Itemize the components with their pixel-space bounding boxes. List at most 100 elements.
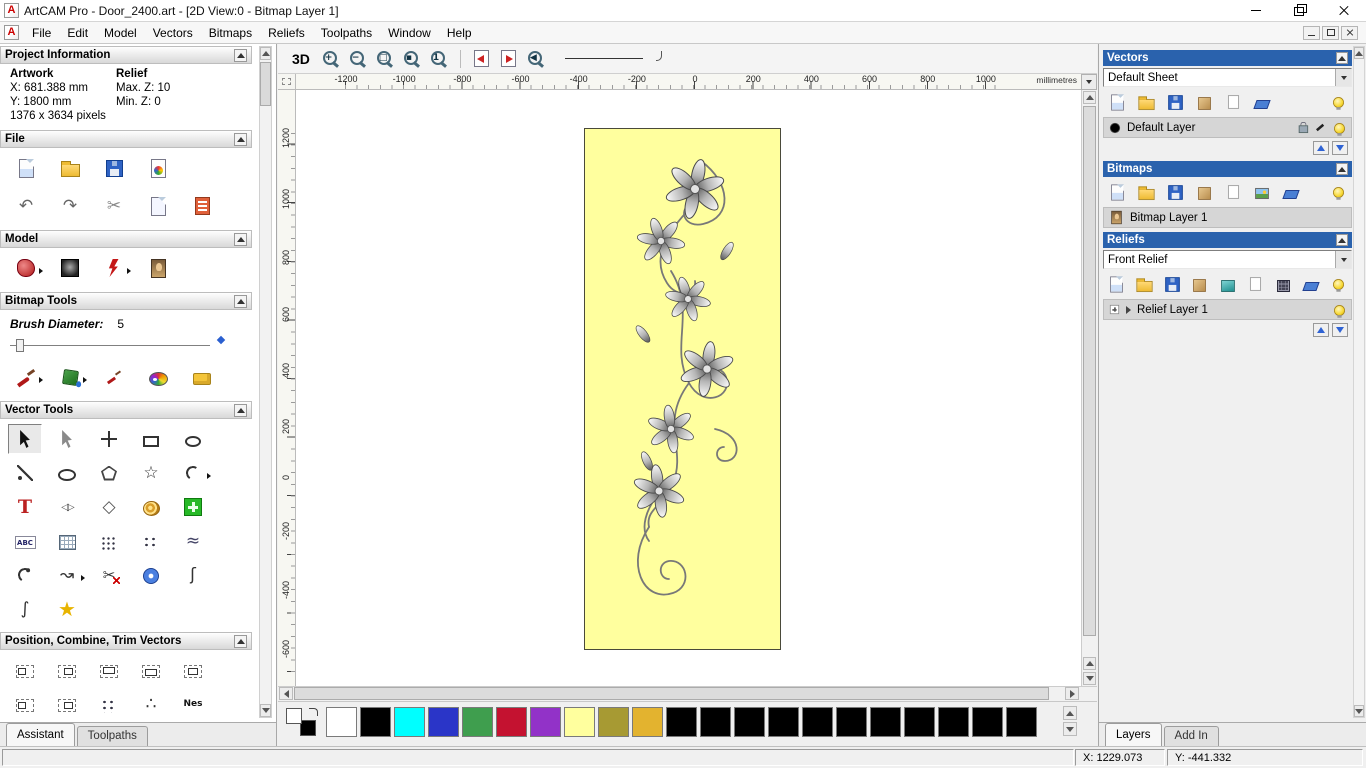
collapse-icon[interactable] xyxy=(234,634,247,648)
copy-vector-layer-icon[interactable] xyxy=(1223,91,1243,113)
toggle-reliefs-visibility-icon[interactable] xyxy=(1329,273,1348,295)
wave-measure-icon[interactable]: ≈ xyxy=(176,526,210,556)
move-layer-up-button[interactable] xyxy=(1313,323,1329,337)
primary-colour-swatch[interactable] xyxy=(286,708,302,724)
zoom-scale-icon[interactable]: 1 xyxy=(427,47,451,71)
collapse-icon[interactable] xyxy=(1336,52,1348,64)
view-3d-button[interactable]: 3D xyxy=(286,49,316,69)
menu-item[interactable]: File xyxy=(24,24,59,42)
greyscale-preview-icon[interactable] xyxy=(54,253,86,283)
cut-icon[interactable]: ✂ xyxy=(98,191,130,221)
scroll-down-icon[interactable] xyxy=(1063,722,1077,736)
scroll-left-icon[interactable] xyxy=(279,687,293,700)
scrollbar-thumb[interactable] xyxy=(1083,106,1096,636)
colour-swatch[interactable] xyxy=(802,707,833,737)
new-model-icon[interactable] xyxy=(10,153,42,183)
scroll-up-icon[interactable] xyxy=(1083,657,1096,670)
panel-tab[interactable]: Add In xyxy=(1163,726,1219,746)
paint-brush-icon[interactable] xyxy=(10,362,43,392)
merge-vector-layers-icon[interactable] xyxy=(1194,91,1214,113)
colour-swatch[interactable] xyxy=(972,707,1003,737)
colour-swatch[interactable] xyxy=(870,707,901,737)
chevron-down-icon[interactable] xyxy=(1335,251,1351,268)
copy-bitmap-layer-icon[interactable] xyxy=(1223,181,1243,203)
subtract-vectors-icon[interactable] xyxy=(50,689,84,719)
section-profile-icon[interactable]: ∫ xyxy=(8,594,42,624)
node-editing-icon[interactable] xyxy=(50,424,84,454)
eraser-sponge-icon[interactable] xyxy=(186,362,218,392)
lock-icon[interactable] xyxy=(1298,121,1309,134)
colour-swatch[interactable] xyxy=(836,707,867,737)
paste-array-icon[interactable] xyxy=(92,526,126,556)
colour-swatch[interactable] xyxy=(1006,707,1037,737)
primary-secondary-colours[interactable] xyxy=(284,706,320,738)
minimize-button[interactable] xyxy=(1234,0,1278,21)
move-layer-down-button[interactable] xyxy=(1332,141,1348,155)
open-relief-layer-icon[interactable] xyxy=(1135,273,1154,295)
smooth-relief-icon[interactable] xyxy=(98,253,131,283)
colour-swatch[interactable] xyxy=(700,707,731,737)
create-rectangle-icon[interactable] xyxy=(134,424,168,454)
ruler-origin-button[interactable] xyxy=(278,74,296,90)
section-header-vector-tools[interactable]: Vector Tools xyxy=(0,401,252,419)
section-header-model[interactable]: Model xyxy=(0,230,252,248)
collapse-icon[interactable] xyxy=(1336,234,1348,246)
block-copy-icon[interactable] xyxy=(176,492,210,522)
collapse-icon[interactable] xyxy=(234,403,247,417)
relief-grid-icon[interactable] xyxy=(1274,273,1293,295)
relief-select[interactable]: Front Relief xyxy=(1103,250,1352,269)
scrollbar-thumb[interactable] xyxy=(294,687,1049,700)
layer-visibility-icon[interactable] xyxy=(1333,304,1346,318)
menu-item[interactable]: Edit xyxy=(59,24,96,42)
section-header-bitmap-tools[interactable]: Bitmap Tools xyxy=(0,292,252,310)
colour-swatch[interactable] xyxy=(938,707,969,737)
colour-swatch[interactable] xyxy=(564,707,595,737)
section-header-file[interactable]: File xyxy=(0,130,252,148)
new-relief-layer-icon[interactable] xyxy=(1107,273,1126,295)
scroll-down-icon[interactable] xyxy=(260,704,271,717)
align-center-icon[interactable] xyxy=(50,655,84,685)
menu-item[interactable]: Bitmaps xyxy=(201,24,260,42)
layer-visibility-icon[interactable] xyxy=(1333,122,1346,136)
colour-swatch[interactable] xyxy=(666,707,697,737)
open-bitmap-layer-icon[interactable] xyxy=(1136,181,1156,203)
grid-tool-icon[interactable] xyxy=(50,526,84,556)
section-header-project-information[interactable]: Project Information xyxy=(0,46,252,64)
arc-fit-icon[interactable] xyxy=(8,560,42,590)
merge-bitmap-layers-icon[interactable] xyxy=(1194,181,1214,203)
colour-swatch[interactable] xyxy=(768,707,799,737)
delete-relief-layer-icon[interactable] xyxy=(1302,273,1321,295)
colour-swatch[interactable] xyxy=(326,707,357,737)
colour-swatch[interactable] xyxy=(904,707,935,737)
colour-swatch[interactable] xyxy=(530,707,561,737)
colour-swatch[interactable] xyxy=(734,707,765,737)
assistant-scrollbar[interactable] xyxy=(259,46,272,718)
panel-tab[interactable]: Assistant xyxy=(6,723,75,746)
relief-mask-icon[interactable] xyxy=(10,253,43,283)
align-inside-icon[interactable] xyxy=(176,655,210,685)
scroll-right-icon[interactable] xyxy=(1065,687,1079,700)
spiral-shell-icon[interactable] xyxy=(134,492,168,522)
bitmap-layer-row[interactable]: Bitmap Layer 1 xyxy=(1103,207,1352,228)
combine-vectors-icon[interactable] xyxy=(8,689,42,719)
new-vector-layer-icon[interactable] xyxy=(1107,91,1127,113)
scroll-down-icon[interactable] xyxy=(1354,705,1364,717)
colour-palette-icon[interactable] xyxy=(142,362,174,392)
menu-item[interactable]: Vectors xyxy=(145,24,201,42)
create-torus-icon[interactable] xyxy=(134,560,168,590)
create-arc-icon[interactable] xyxy=(176,458,211,488)
scroll-up-icon[interactable] xyxy=(1354,47,1364,59)
section-header-position-combine-trim[interactable]: Position, Combine, Trim Vectors xyxy=(0,632,252,650)
move-layer-down-button[interactable] xyxy=(1332,323,1348,337)
delete-bitmap-layer-icon[interactable] xyxy=(1281,181,1301,203)
colour-swatch[interactable] xyxy=(428,707,459,737)
transform-vectors-icon[interactable] xyxy=(92,424,126,454)
wrap-star-icon[interactable]: ★ xyxy=(50,594,84,624)
save-model-icon[interactable] xyxy=(98,153,130,183)
vector-layer-row[interactable]: Default Layer xyxy=(1103,117,1352,138)
collapse-icon[interactable] xyxy=(234,48,247,62)
mdi-restore-icon[interactable] xyxy=(1322,25,1339,40)
save-relief-layer-icon[interactable] xyxy=(1163,273,1182,295)
collapse-icon[interactable] xyxy=(1336,163,1348,175)
paste-icon[interactable] xyxy=(142,191,174,221)
